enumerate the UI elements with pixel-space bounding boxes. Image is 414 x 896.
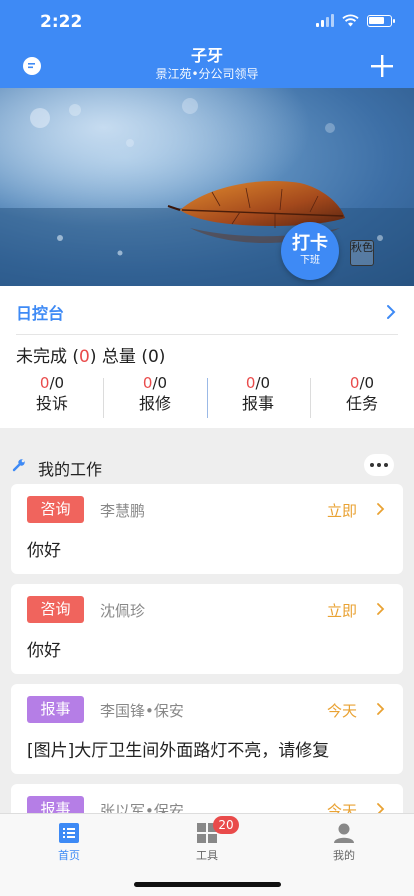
home-indicator [134,882,281,887]
daily-console-card: 日控台 未完成 (0) 总量 (0) 0/0 投诉 0/0 报修 0/0 报事 … [0,286,414,428]
my-work-title: 我的工作 [38,460,103,479]
total-label: 总量 [101,347,136,367]
stat-count: 0/0 [39,374,65,392]
work-item[interactable]: 报事 李国锋•保安 今天 [图片]大厅卫生间外面路灯不亮，请修复 [11,684,403,774]
divider [16,334,398,335]
urgency-label: 立即 [326,602,357,620]
signal-icon [316,14,334,27]
stat-task[interactable]: 0/0 任务 [312,374,412,416]
stat-repair[interactable]: 0/0 报修 [105,374,205,416]
tab-label: 首页 [58,849,80,862]
tag-badge: 报事 [27,696,84,723]
wrench-icon [12,459,25,472]
task-summary: 未完成 (0) 总量 (0) [16,347,166,367]
incomplete-label: 未完成 [16,347,67,367]
requester-name: 李国锋•保安 [100,702,184,720]
clock-in-label: 打卡 [292,233,328,254]
page-subtitle: 景江苑•分公司领导 [155,67,259,81]
tab-tools[interactable]: 工具 20 [167,816,247,864]
work-item[interactable]: 咨询 李慧鹏 立即 你好 [11,484,403,574]
stat-count: 0/0 [142,374,168,392]
tab-home[interactable]: 首页 [29,822,109,864]
work-item[interactable]: 咨询 沈佩珍 立即 你好 [11,584,403,674]
work-content: [图片]大厅卫生间外面路灯不亮，请修复 [27,741,330,761]
home-list-icon [59,823,79,843]
clock-in-button[interactable]: 打卡 下班 [281,222,339,280]
urgency-label: 立即 [326,502,357,520]
requester-name: 李慧鹏 [100,502,146,520]
my-work-header: 我的工作 [0,448,414,482]
status-time: 2:22 [40,12,83,32]
more-icon[interactable] [364,454,394,476]
urgency-label: 今天 [326,702,357,720]
status-indicators [316,14,395,27]
stat-count: 0/0 [245,374,271,392]
chevron-right-icon [377,603,385,615]
chevron-right-icon [377,703,385,715]
clock-in-sublabel: 下班 [300,255,320,266]
title-block: 子牙 景江苑•分公司领导 [0,46,414,82]
work-content: 你好 [27,641,61,661]
stat-label: 投诉 [35,394,68,413]
battery-icon [367,14,395,27]
tab-label: 工具 [196,849,218,862]
stat-complaint[interactable]: 0/0 投诉 [2,374,102,416]
stat-report[interactable]: 0/0 报事 [208,374,308,416]
tab-profile[interactable]: 我的 [304,822,384,864]
daily-console-title[interactable]: 日控台 [16,300,64,324]
tag-badge: 咨询 [27,596,84,623]
person-icon [334,823,354,843]
page-title: 子牙 [190,46,223,65]
tab-label: 我的 [333,849,355,862]
stat-separator [103,378,104,418]
stat-label: 报事 [241,394,274,413]
app-header: 2:22 子牙 景江苑•分公司领导 [0,0,414,88]
stat-count: 0/0 [349,374,375,392]
plus-icon[interactable] [370,54,394,78]
seal-stamp: 秋色 [350,240,374,266]
chevron-right-icon [377,503,385,515]
notification-badge: 20 [213,816,239,834]
requester-name: 沈佩珍 [100,602,146,620]
stat-label: 任务 [345,394,378,413]
tag-badge: 咨询 [27,496,84,523]
work-content: 你好 [27,541,61,561]
chevron-right-icon[interactable] [386,304,396,320]
wifi-icon [342,14,359,27]
total-count: 0 [147,347,159,367]
stat-separator [310,378,311,418]
stat-label: 报修 [138,394,171,413]
incomplete-count: 0 [79,347,90,367]
